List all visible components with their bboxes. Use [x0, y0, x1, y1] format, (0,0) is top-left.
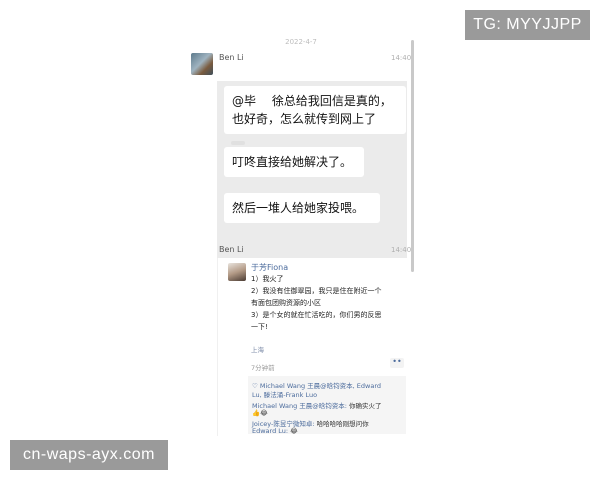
- chat-panel: 2022-4-7 Ben Li 14:40 @毕 徐总给我回信是真的， 也好奇，…: [188, 36, 414, 436]
- moment-text-line: 2）我没有住御翠园，我只是住在附近一个: [251, 287, 382, 295]
- moment-text-line: 1）我火了: [251, 275, 284, 283]
- comment-text: 你确实火了: [346, 402, 382, 410]
- moment-text-line: 一下!: [251, 323, 268, 331]
- moment-screenshot[interactable]: 于芳Fiona 1）我火了 2）我没有住御翠园，我只是住在附近一个 有面包团购资…: [217, 258, 413, 436]
- moment-location: 上海: [251, 346, 264, 354]
- comment: Edward Lu: 😂: [252, 427, 298, 435]
- forwarded-screenshot[interactable]: @毕 徐总给我回信是真的， 也好奇，怎么就传到网上了 叮咚直接给她解决了。 然后…: [217, 81, 407, 269]
- avatar-placeholder: [191, 244, 213, 266]
- comment-author: Lu, 滕法涌-Frank Luo: [252, 391, 318, 399]
- likes-line: Lu, 滕法涌-Frank Luo: [252, 389, 317, 399]
- chat-date: 2022-4-7: [285, 38, 317, 46]
- moment-text-line: 有面包团购资源的小区: [251, 299, 321, 307]
- bubble-text: 叮咚直接给她解决了。: [232, 155, 353, 169]
- redaction-mark: [231, 141, 245, 145]
- comment-text: 哈哈哈哈刚想问你: [314, 420, 369, 428]
- watermark-bottom: cn-waps-ayx.com: [10, 440, 168, 470]
- watermark-top: TG: MYYJJPP: [465, 10, 590, 40]
- comments-box: ♡ Michael Wang 王晨@晗钧资本, Edward Lu, 滕法涌-F…: [248, 376, 406, 435]
- comment-author: Edward Lu:: [252, 427, 289, 435]
- chat-bubble: 叮咚直接给她解决了。: [224, 147, 364, 177]
- more-options-icon[interactable]: ••: [390, 358, 404, 368]
- bubble-text: 也好奇，怎么就传到网上了: [232, 112, 377, 126]
- scrollbar[interactable]: [411, 40, 414, 272]
- sender-name: Ben Li: [219, 245, 244, 254]
- comment-text: 👍😂: [252, 409, 268, 417]
- bubble-text: @毕 徐总给我回信是真的，: [232, 94, 392, 108]
- moment-author: 于芳Fiona: [251, 263, 289, 272]
- message-time: 14:40: [391, 54, 412, 62]
- comment: Michael Wang 王晨@晗钧资本: 你确实火了: [252, 400, 382, 410]
- bubble-text: 然后一堆人给她家投喂。: [232, 201, 365, 215]
- moment-time-ago: 7分钟前: [251, 364, 275, 372]
- avatar[interactable]: [191, 53, 213, 75]
- chat-bubble: @毕 徐总给我回信是真的， 也好奇，怎么就传到网上了: [224, 86, 406, 134]
- message-time: 14:40: [391, 246, 412, 254]
- moment-avatar: [228, 263, 246, 281]
- sender-name: Ben Li: [219, 53, 244, 62]
- moment-text-line: 3）是个女的就在忙活吃的，你们男的反思: [251, 311, 382, 319]
- chat-bubble: 然后一堆人给她家投喂。: [224, 193, 380, 223]
- comment: 👍😂: [252, 409, 268, 417]
- comment-text: 😂: [288, 427, 298, 435]
